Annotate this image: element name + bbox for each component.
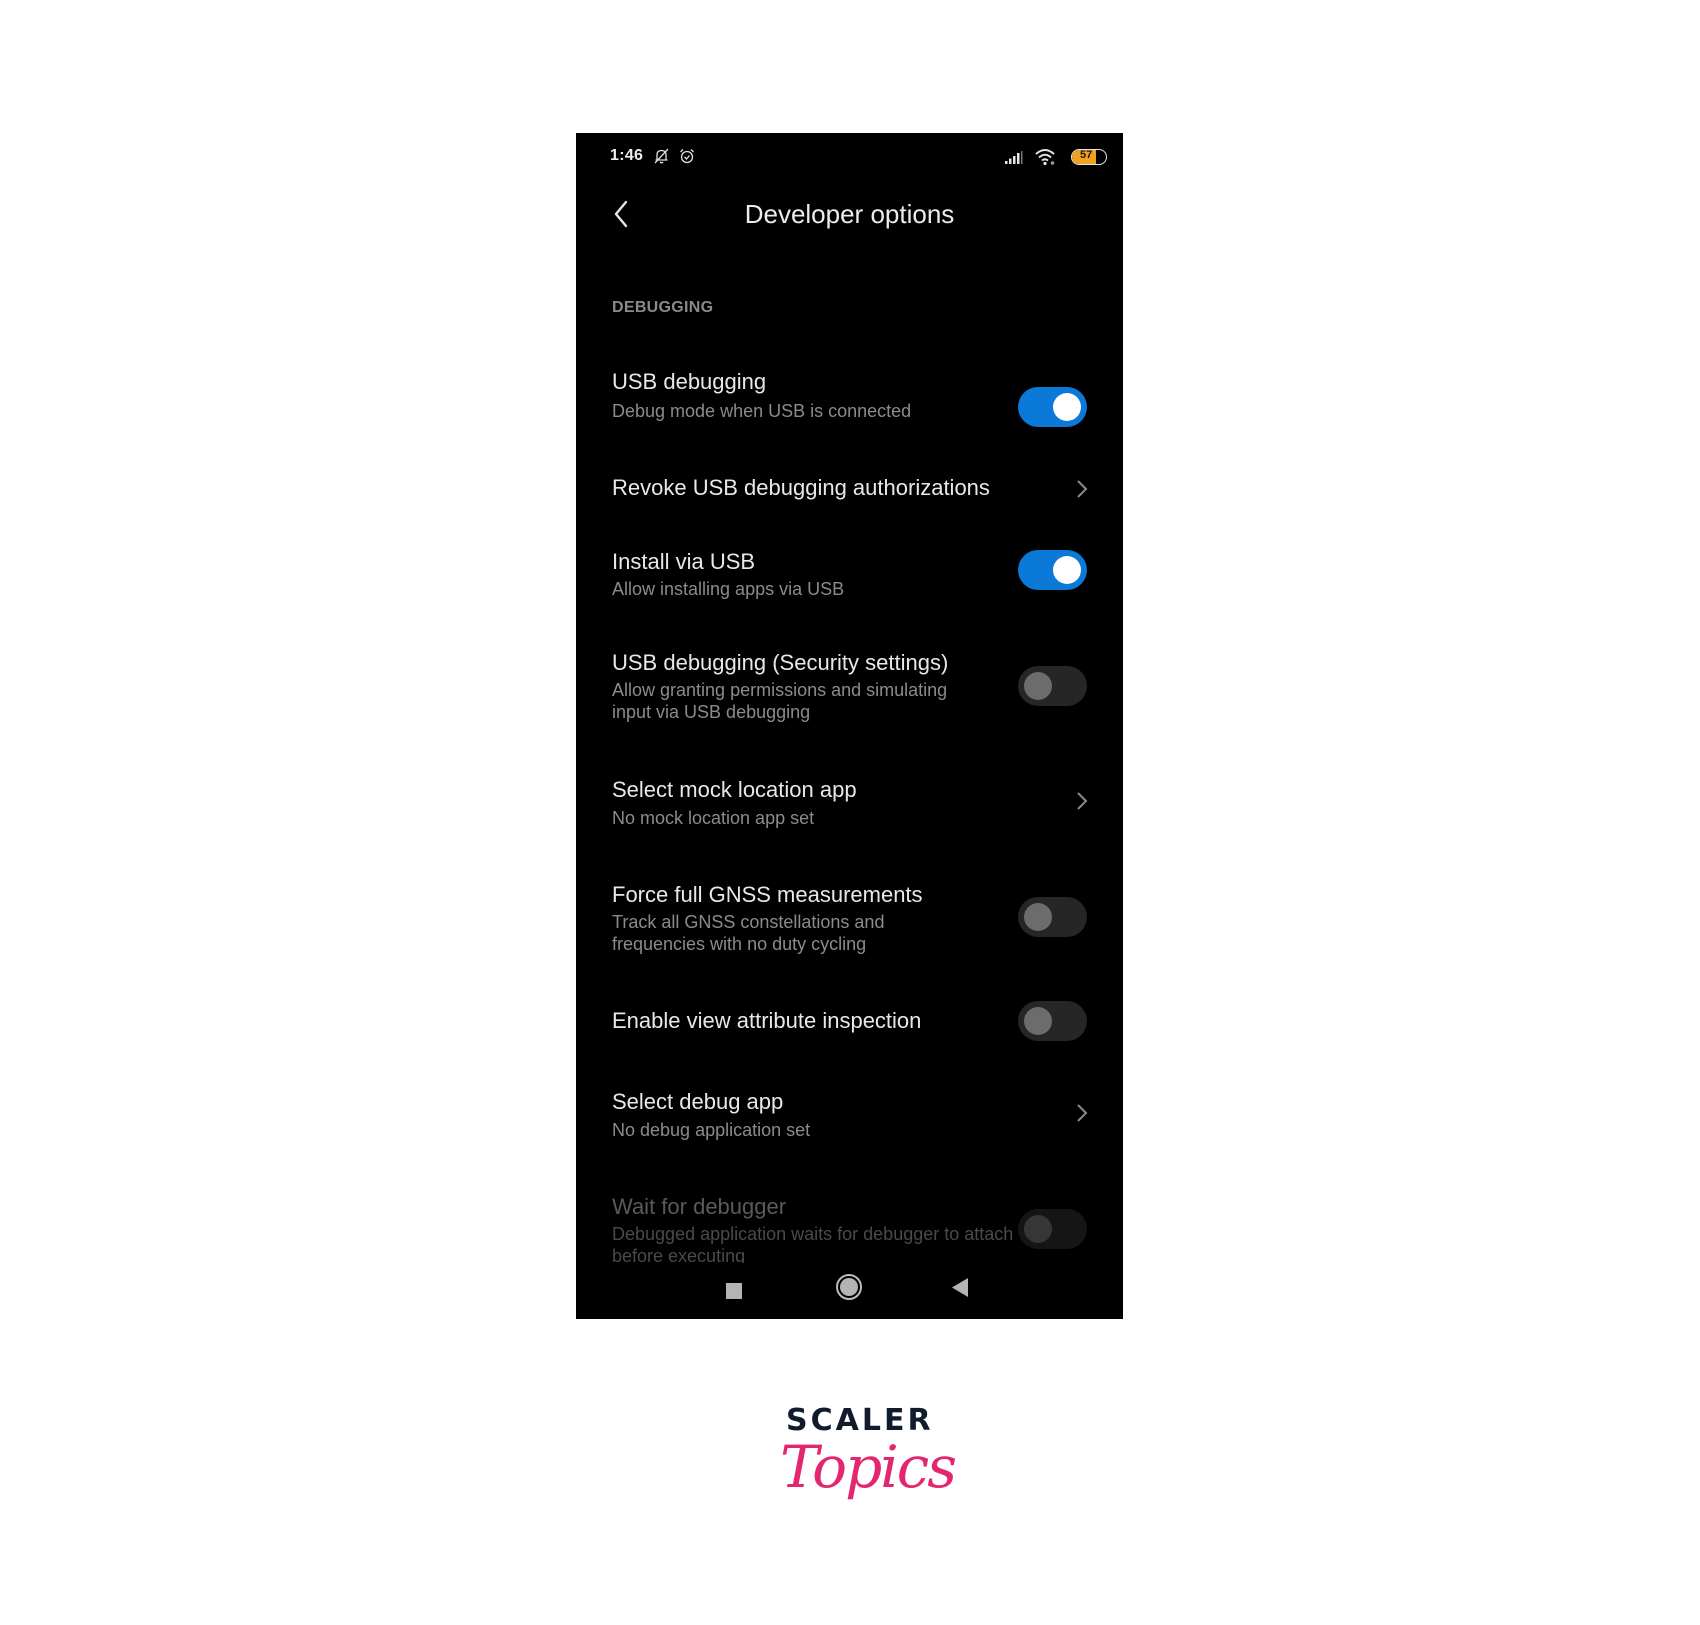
force-full-gnss-toggle[interactable]	[1018, 897, 1087, 937]
alarm-icon	[680, 149, 694, 164]
setting-title: Force full GNSS measurements	[612, 882, 923, 907]
phone-screen: 1:46 57 Developer options DEBUGGING USB …	[576, 133, 1123, 1319]
back-triangle-icon	[952, 1278, 968, 1297]
toggle-knob	[1053, 556, 1081, 584]
recents-button[interactable]	[721, 1278, 747, 1304]
setting-title: USB debugging (Security settings)	[612, 650, 949, 675]
setting-subtitle: Allow installing apps via USB	[612, 579, 845, 599]
home-button[interactable]	[834, 1272, 864, 1302]
setting-revoke-usb-authorizations[interactable]: Revoke USB debugging authorizations	[576, 455, 1123, 525]
scaler-topics-logo: SCALER Topics	[770, 1395, 957, 1525]
toggle-knob	[1024, 903, 1052, 931]
setting-title: Enable view attribute inspection	[612, 1008, 922, 1033]
toggle-knob	[1024, 1215, 1052, 1243]
home-icon	[836, 1274, 862, 1300]
setting-title: Wait for debugger	[612, 1194, 787, 1219]
toggle-knob	[1053, 393, 1081, 421]
wait-for-debugger-toggle[interactable]	[1018, 1209, 1087, 1249]
setting-select-debug-app[interactable]: Select debug app No debug application se…	[576, 1079, 1123, 1169]
chevron-right-icon	[1077, 1104, 1088, 1122]
page-title: Developer options	[744, 199, 955, 229]
wifi-icon	[1035, 149, 1055, 166]
setting-subtitle: Allow granting permissions and simulatin…	[612, 680, 948, 722]
usb-debugging-security-toggle[interactable]	[1018, 666, 1087, 706]
setting-enable-view-attribute-inspection[interactable]: Enable view attribute inspection	[576, 991, 1123, 1053]
navigation-bar	[576, 1263, 1123, 1319]
setting-usb-debugging-security[interactable]: USB debugging (Security settings) Allow …	[576, 641, 1123, 751]
chevron-right-icon	[1077, 480, 1088, 498]
toggle-knob	[1024, 1007, 1052, 1035]
setting-subtitle: Debugged application waits for debugger …	[612, 1224, 1014, 1263]
recents-icon	[726, 1283, 742, 1299]
chevron-right-icon	[1077, 792, 1088, 810]
install-via-usb-toggle[interactable]	[1018, 550, 1087, 590]
setting-subtitle: Debug mode when USB is connected	[612, 401, 912, 421]
setting-title: Select debug app	[612, 1089, 784, 1114]
setting-title: Select mock location app	[612, 777, 857, 802]
setting-force-full-gnss[interactable]: Force full GNSS measurements Track all G…	[576, 873, 1123, 983]
setting-subtitle: No mock location app set	[612, 808, 815, 828]
nav-back-button[interactable]	[948, 1275, 972, 1301]
toggle-knob	[1024, 672, 1052, 700]
bell-off-icon	[654, 148, 669, 164]
view-attribute-inspection-toggle[interactable]	[1018, 1001, 1087, 1041]
battery-icon: 57	[1071, 149, 1107, 165]
setting-title: Install via USB	[612, 549, 756, 574]
setting-title: Revoke USB debugging authorizations	[612, 475, 990, 500]
section-label-debugging: DEBUGGING	[612, 299, 714, 316]
setting-install-via-usb[interactable]: Install via USB Allow installing apps vi…	[576, 535, 1123, 625]
setting-select-mock-location-app[interactable]: Select mock location app No mock locatio…	[576, 767, 1123, 857]
signal-icon	[1005, 151, 1023, 164]
setting-subtitle: Track all GNSS constellations and freque…	[612, 912, 885, 954]
setting-subtitle: No debug application set	[612, 1120, 811, 1140]
battery-level: 57	[1080, 149, 1093, 161]
setting-usb-debugging[interactable]: USB debugging Debug mode when USB is con…	[576, 355, 1123, 445]
setting-wait-for-debugger[interactable]: Wait for debugger Debugged application w…	[576, 1185, 1123, 1265]
status-time: 1:46	[610, 147, 644, 164]
usb-debugging-toggle[interactable]	[1018, 387, 1087, 427]
logo-topics-text: Topics	[780, 1433, 957, 1501]
setting-title: USB debugging	[612, 369, 767, 394]
